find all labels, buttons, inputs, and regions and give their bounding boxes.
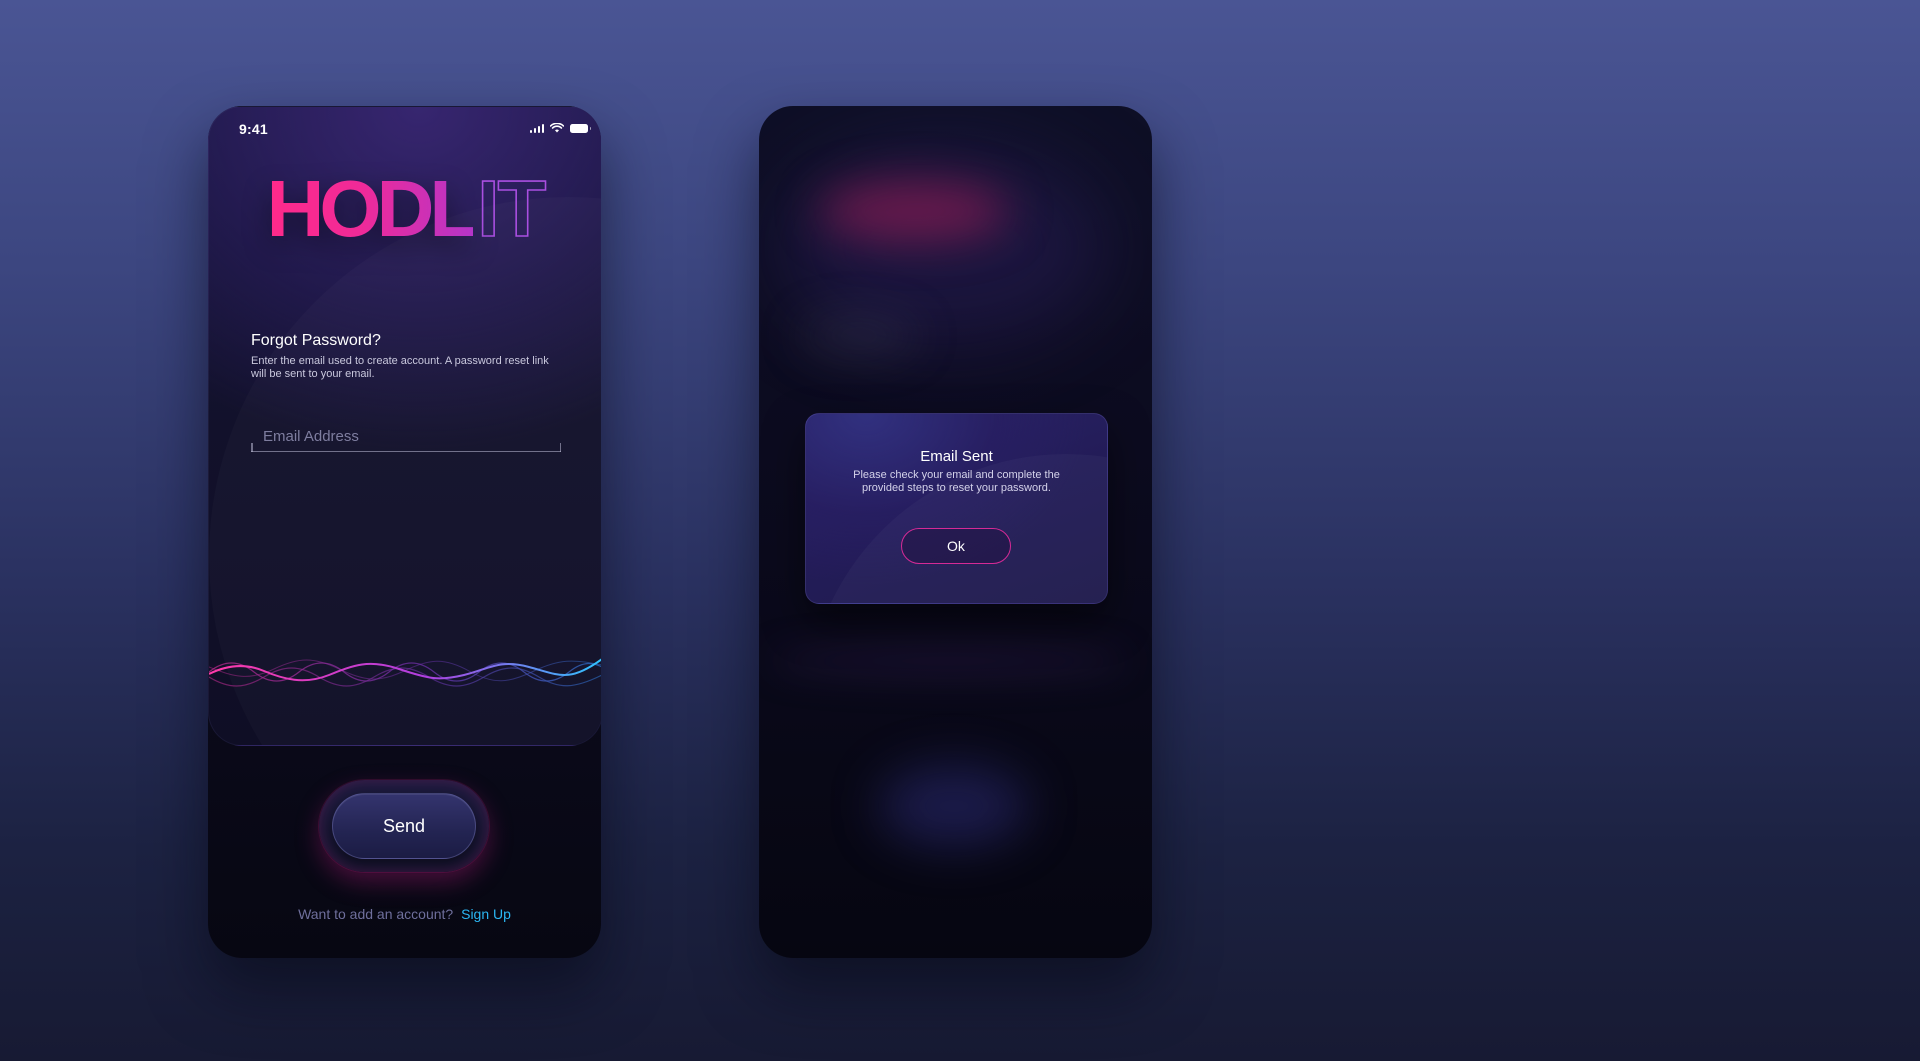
- status-time: 9:41: [239, 121, 268, 137]
- signup-prompt: Want to add an account?: [298, 906, 454, 922]
- send-button[interactable]: Send: [332, 793, 476, 859]
- email-input[interactable]: [261, 423, 555, 449]
- blurred-background-glow: [779, 146, 1109, 346]
- signup-link[interactable]: Sign Up: [461, 906, 511, 922]
- email-field[interactable]: [251, 421, 561, 452]
- signal-icon: [529, 123, 544, 133]
- dialog-message: Please check your email and complete the…: [853, 469, 1060, 494]
- page-description: Enter the email used to create account. …: [251, 355, 549, 380]
- status-bar-icons: [529, 123, 591, 133]
- send-button-container: Send: [319, 780, 489, 872]
- page-title: Forgot Password?: [251, 332, 381, 349]
- battery-icon: [570, 123, 591, 133]
- blurred-logo: [819, 181, 1009, 241]
- hodlit-logo: HODLIT: [209, 168, 601, 250]
- signup-prompt-line: Want to add an account? Sign Up: [208, 906, 601, 922]
- dialog-title: Email Sent: [920, 448, 993, 465]
- ok-button[interactable]: Ok: [901, 528, 1011, 564]
- blurred-send-button: [879, 766, 1029, 846]
- logo-solid-text: HODL: [266, 164, 479, 253]
- blurred-title: [799, 316, 919, 356]
- sound-wave-graphic: [209, 658, 601, 687]
- blurred-wave: [769, 646, 1129, 676]
- logo-outline-text: IT: [476, 164, 547, 253]
- wifi-icon: [550, 123, 564, 133]
- form-card: 9:41 HODLIT Forgot Password? Enter the e…: [208, 106, 601, 746]
- forgot-password-screen: 9:41 HODLIT Forgot Password? Enter the e…: [208, 106, 601, 958]
- email-sent-screen: Email Sent Please check your email and c…: [759, 106, 1152, 958]
- email-sent-dialog: Email Sent Please check your email and c…: [805, 413, 1108, 604]
